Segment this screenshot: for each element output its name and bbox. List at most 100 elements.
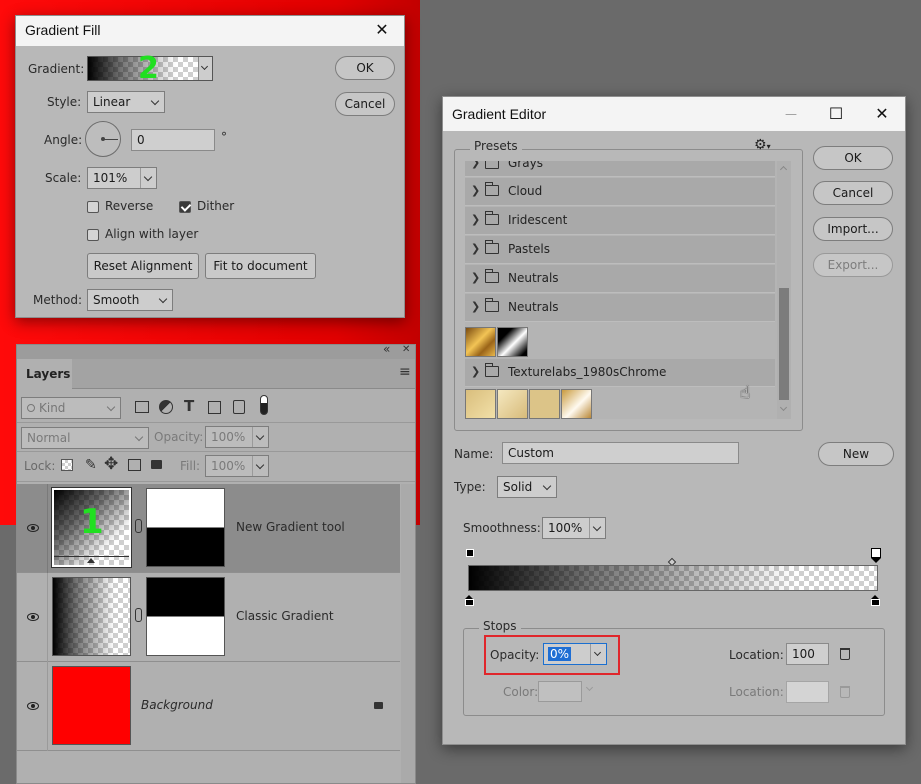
preset-swatch-cream-2[interactable]: [497, 389, 528, 419]
opacity-stop-left[interactable]: [466, 549, 474, 557]
tab-layers[interactable]: Layers: [17, 359, 72, 389]
name-input[interactable]: Custom: [502, 442, 739, 464]
link-chain-icon[interactable]: [135, 608, 142, 622]
fill-value: 100%: [211, 459, 246, 473]
gear-icon[interactable]: ⚙▾: [754, 137, 771, 153]
preset-folder-neutrals-2[interactable]: ❯ Neutrals: [465, 294, 775, 322]
fit-to-document-button[interactable]: Fit to document: [205, 253, 316, 279]
layer-row-new-gradient[interactable]: 1 New Gradient tool: [17, 484, 400, 573]
layer-mask-thumbnail[interactable]: [146, 577, 225, 656]
stop-opacity-value[interactable]: 0%: [548, 647, 572, 661]
ok-button[interactable]: OK: [335, 56, 395, 80]
new-button[interactable]: New: [818, 442, 894, 466]
shape-filter-icon[interactable]: [208, 401, 221, 414]
layer-thumbnail-background: [52, 666, 131, 745]
link-chain-icon[interactable]: [135, 519, 142, 533]
color-location-input[interactable]: [786, 681, 829, 703]
layers-tab-bar: Layers ≡: [17, 359, 415, 389]
panel-menu-icon[interactable]: ≡: [399, 364, 411, 380]
selected-stop-marker: [871, 558, 881, 563]
visibility-eye-icon[interactable]: [27, 702, 39, 710]
preset-swatch-gold[interactable]: [465, 327, 496, 357]
color-stop-left[interactable]: [465, 595, 474, 606]
presets-label: Presets: [470, 139, 522, 153]
close-icon[interactable]: ✕: [860, 97, 904, 131]
smoothness-label: Smoothness:: [463, 521, 541, 535]
fill-select[interactable]: 100%: [205, 455, 269, 477]
preset-swatch-cream-4[interactable]: [561, 389, 592, 419]
lock-artboard-icon[interactable]: [128, 459, 141, 471]
stop-opacity-select[interactable]: 0%: [543, 643, 607, 665]
annotation-1: 1: [80, 502, 104, 542]
visibility-eye-icon[interactable]: [27, 613, 39, 621]
preset-swatch-cream-1[interactable]: [465, 389, 496, 419]
export-button[interactable]: Export...: [813, 253, 893, 277]
align-checkbox[interactable]: [87, 229, 99, 241]
preset-swatch-cream-3[interactable]: [529, 389, 560, 419]
layer-thumbnail-gradient: 1: [51, 487, 132, 568]
smart-object-filter-icon[interactable]: [233, 400, 245, 414]
style-select[interactable]: Linear: [87, 91, 165, 113]
type-select[interactable]: Solid: [497, 476, 557, 498]
lock-transparent-icon[interactable]: [61, 459, 73, 471]
delete-stop-icon[interactable]: [840, 686, 850, 698]
scale-select[interactable]: 101%: [87, 167, 157, 189]
ok-button[interactable]: OK: [813, 146, 893, 170]
presets-scrollbar[interactable]: [777, 161, 791, 419]
minimize-icon[interactable]: —: [769, 97, 813, 131]
color-stop-right[interactable]: [871, 595, 880, 606]
maximize-icon[interactable]: ☐: [814, 97, 858, 131]
chevron-down-icon[interactable]: [590, 644, 606, 664]
preset-folder-neutrals[interactable]: ❯ Neutrals: [465, 265, 775, 293]
layer-row-background[interactable]: Background: [17, 662, 400, 751]
opacity-stop-right[interactable]: [871, 548, 881, 558]
lock-move-icon[interactable]: ✥: [104, 454, 118, 474]
type-filter-icon[interactable]: T: [184, 397, 194, 415]
layer-row-classic-gradient[interactable]: Classic Gradient: [17, 573, 400, 662]
close-icon[interactable]: ✕: [360, 16, 404, 46]
import-button[interactable]: Import...: [813, 217, 893, 241]
angle-dial[interactable]: [85, 121, 121, 157]
opacity-select[interactable]: 100%: [205, 426, 269, 448]
chevron-down-icon: [104, 398, 120, 418]
gradient-picker[interactable]: 2: [87, 51, 213, 86]
method-select[interactable]: Smooth: [87, 289, 173, 311]
lock-all-icon[interactable]: [151, 460, 162, 469]
preset-folder-grays[interactable]: ❯ Grays: [465, 161, 775, 177]
filter-toggle-icon[interactable]: [260, 395, 268, 415]
style-label: Style:: [47, 95, 82, 109]
preset-folder-pastels[interactable]: ❯ Pastels: [465, 236, 775, 264]
angle-input[interactable]: 0: [131, 129, 215, 151]
gradient-bar[interactable]: [468, 565, 878, 591]
degree-symbol: °: [221, 130, 227, 144]
smoothness-select[interactable]: 100%: [542, 517, 606, 539]
collapse-icon[interactable]: «: [383, 342, 390, 356]
scrollbar-thumb[interactable]: [779, 288, 789, 400]
scroll-up-icon[interactable]: [779, 165, 788, 174]
layers-scrollbar-track[interactable]: [401, 484, 415, 783]
delete-stop-icon[interactable]: [840, 648, 850, 660]
blend-mode-select[interactable]: Normal: [21, 427, 149, 449]
dither-checkbox[interactable]: [179, 201, 191, 213]
location-input[interactable]: 100: [786, 643, 829, 665]
kind-filter-select[interactable]: Kind: [21, 397, 121, 419]
type-label: Type:: [454, 480, 486, 494]
lock-paint-icon[interactable]: ✎: [85, 457, 97, 473]
layer-mask-thumbnail[interactable]: [146, 488, 225, 567]
adjustment-filter-icon[interactable]: [159, 400, 173, 414]
preset-swatch-chrome[interactable]: [497, 327, 528, 357]
reset-alignment-button[interactable]: Reset Alignment: [87, 253, 199, 279]
reverse-checkbox[interactable]: [87, 201, 99, 213]
close-icon[interactable]: ✕: [402, 344, 410, 355]
preset-folder-iridescent[interactable]: ❯ Iridescent: [465, 207, 775, 235]
preset-folder-name: Neutrals: [508, 271, 559, 285]
color-swatch-disabled[interactable]: [538, 681, 582, 702]
chevron-down-icon[interactable]: [198, 57, 212, 80]
preset-folder-texturelabs[interactable]: ❯ Texturelabs_1980sChrome: [465, 359, 775, 387]
scroll-down-icon[interactable]: [779, 403, 788, 412]
cancel-button[interactable]: Cancel: [335, 92, 395, 116]
cancel-button[interactable]: Cancel: [813, 181, 893, 205]
visibility-eye-icon[interactable]: [27, 524, 39, 532]
preset-folder-cloud[interactable]: ❯ Cloud: [465, 178, 775, 206]
image-filter-icon[interactable]: [135, 401, 149, 413]
